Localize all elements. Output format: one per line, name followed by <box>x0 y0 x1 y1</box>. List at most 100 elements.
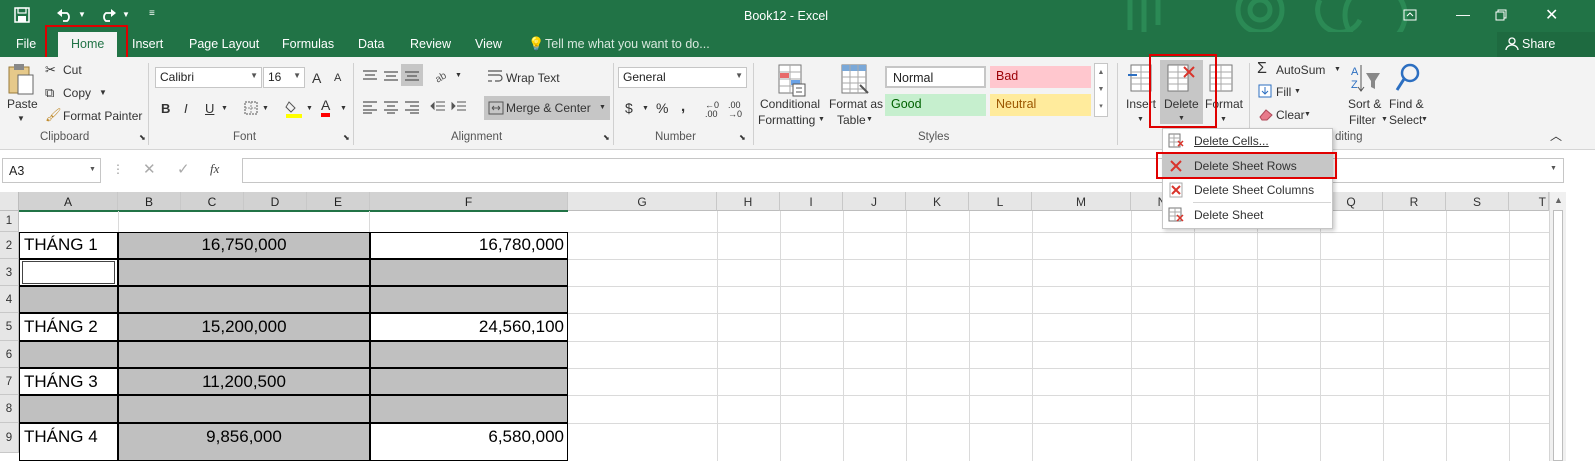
clipboard-launcher-icon[interactable]: ⬊ <box>139 133 146 142</box>
cell-a8[interactable] <box>19 395 118 423</box>
column-header-r[interactable]: R <box>1383 192 1446 211</box>
menu-item-delete-sheet[interactable]: Delete Sheet <box>1163 203 1332 227</box>
minimize-icon[interactable]: — <box>1456 6 1470 22</box>
format-as-table-dropdown-icon[interactable]: ▼ <box>866 116 873 123</box>
scroll-thumb[interactable] <box>1553 210 1563 461</box>
cell-a4[interactable] <box>19 286 118 313</box>
conditional-dropdown-icon[interactable]: ▼ <box>818 116 825 123</box>
column-header-k[interactable]: K <box>906 192 969 211</box>
sort-filter-dropdown-icon[interactable]: ▼ <box>1381 116 1388 123</box>
name-box[interactable]: A3 ▼ <box>2 158 101 183</box>
column-header-a[interactable]: A <box>19 192 118 211</box>
tab-view[interactable]: View <box>475 37 502 51</box>
chevron-down-icon[interactable]: ▼ <box>250 71 258 80</box>
middle-align-icon[interactable] <box>383 69 399 83</box>
redo-icon[interactable] <box>99 7 117 23</box>
autosum-label[interactable]: AutoSum <box>1276 63 1325 77</box>
font-launcher-icon[interactable]: ⬊ <box>343 133 350 142</box>
style-good[interactable]: Good <box>885 94 986 116</box>
column-header-f[interactable]: F <box>370 192 568 211</box>
sort-filter-icon[interactable]: AZ <box>1350 63 1382 95</box>
sort-filter-label-2[interactable]: Filter <box>1349 113 1376 127</box>
fill-dropdown-icon[interactable]: ▼ <box>1294 88 1301 95</box>
tab-file[interactable]: File <box>16 37 36 51</box>
italic-button[interactable]: I <box>184 101 188 116</box>
paste-icon[interactable] <box>7 63 35 97</box>
cell-b4-e4[interactable] <box>118 286 370 313</box>
fill-icon[interactable] <box>1258 84 1272 98</box>
conditional-formatting-label-1[interactable]: Conditional <box>760 97 820 111</box>
vertical-scrollbar[interactable]: ▲ <box>1549 192 1566 461</box>
fill-color-dropdown-icon[interactable]: ▼ <box>306 105 313 112</box>
format-as-table-label-2[interactable]: Table <box>837 113 866 127</box>
customize-qat-icon[interactable]: ≡ <box>149 8 155 19</box>
column-header-t[interactable]: T <box>1509 192 1549 211</box>
cancel-entry-icon[interactable]: ✕ <box>143 160 156 178</box>
fill-label[interactable]: Fill <box>1276 85 1291 99</box>
format-painter-label[interactable]: Format Painter <box>63 109 142 123</box>
find-select-dropdown-icon[interactable]: ▼ <box>1421 116 1428 123</box>
eraser-icon[interactable] <box>1258 107 1274 121</box>
clear-label[interactable]: Clear <box>1276 108 1305 122</box>
align-center-icon[interactable] <box>383 100 399 114</box>
number-launcher-icon[interactable]: ⬊ <box>739 133 746 142</box>
row-header-5[interactable]: 5 <box>0 313 19 341</box>
redo-dropdown-icon[interactable]: ▼ <box>122 10 130 19</box>
column-header-e[interactable]: E <box>307 192 370 211</box>
conditional-formatting-label-2[interactable]: Formatting <box>758 113 815 127</box>
chevron-down-icon[interactable]: ▼ <box>735 71 743 80</box>
cell-b8-e8[interactable] <box>118 395 370 423</box>
font-color-button[interactable]: A <box>321 98 331 117</box>
column-header-l[interactable]: L <box>969 192 1032 211</box>
undo-icon[interactable] <box>56 7 74 23</box>
menu-item-delete-sheet-columns[interactable]: Delete Sheet Columns <box>1163 178 1332 202</box>
paste-dropdown-icon[interactable]: ▼ <box>17 114 25 123</box>
row-header-2[interactable]: 2 <box>0 232 19 259</box>
cell-b3-e3[interactable] <box>118 259 370 286</box>
cell-f6[interactable] <box>370 341 568 368</box>
copy-icon[interactable]: ⧉ <box>45 85 54 101</box>
comma-button[interactable]: , <box>681 98 685 115</box>
cell-f8[interactable] <box>370 395 568 423</box>
column-header-h[interactable]: H <box>717 192 780 211</box>
increase-indent-icon[interactable] <box>451 100 467 114</box>
align-left-icon[interactable] <box>362 100 378 114</box>
close-icon[interactable]: ✕ <box>1545 5 1558 25</box>
column-header-s[interactable]: S <box>1446 192 1509 211</box>
orientation-dropdown-icon[interactable]: ▼ <box>455 72 462 79</box>
currency-dropdown-icon[interactable]: ▼ <box>642 105 649 112</box>
row-header-6[interactable]: 6 <box>0 341 19 368</box>
autosum-dropdown-icon[interactable]: ▼ <box>1334 66 1341 73</box>
column-header-i[interactable]: I <box>780 192 843 211</box>
format-as-table-label-1[interactable]: Format as <box>829 97 883 111</box>
conditional-formatting-icon[interactable] <box>777 63 807 97</box>
tab-review[interactable]: Review <box>410 37 451 51</box>
borders-icon[interactable] <box>244 101 258 115</box>
sort-filter-label-1[interactable]: Sort & <box>1348 97 1381 111</box>
underline-dropdown-icon[interactable]: ▼ <box>221 105 228 112</box>
format-dropdown-icon[interactable]: ▼ <box>1220 116 1227 123</box>
chevron-down-icon[interactable]: ▼ <box>293 71 301 80</box>
cell-b6-e6[interactable] <box>118 341 370 368</box>
fill-color-icon[interactable] <box>285 98 303 118</box>
autosum-icon[interactable]: Σ <box>1257 60 1267 78</box>
paste-label[interactable]: Paste <box>7 97 38 111</box>
number-format-box[interactable]: General ▼ <box>618 67 747 88</box>
copy-dropdown-icon[interactable]: ▼ <box>99 88 107 97</box>
tab-page-layout[interactable]: Page Layout <box>189 37 259 51</box>
bottom-align-button[interactable] <box>401 64 423 86</box>
row-header-8[interactable]: 8 <box>0 395 19 423</box>
chevron-down-icon[interactable]: ▼ <box>89 166 96 173</box>
row-header-1[interactable]: 1 <box>0 211 19 232</box>
tell-me-box[interactable]: Tell me what you want to do... <box>545 37 710 51</box>
font-name-box[interactable]: Calibri ▼ <box>155 67 262 88</box>
wrap-text-label[interactable]: Wrap Text <box>506 71 560 85</box>
merge-center-button[interactable]: Merge & Center ▼ <box>484 96 610 120</box>
decrease-indent-icon[interactable] <box>430 100 446 114</box>
font-size-box[interactable]: 16 ▼ <box>263 67 305 88</box>
column-header-j[interactable]: J <box>843 192 906 211</box>
cut-icon[interactable]: ✂ <box>45 62 56 78</box>
decrease-decimal-icon[interactable]: .00 →0 <box>728 101 742 119</box>
formula-input[interactable] <box>242 158 1564 183</box>
currency-button[interactable]: $ <box>625 100 633 116</box>
